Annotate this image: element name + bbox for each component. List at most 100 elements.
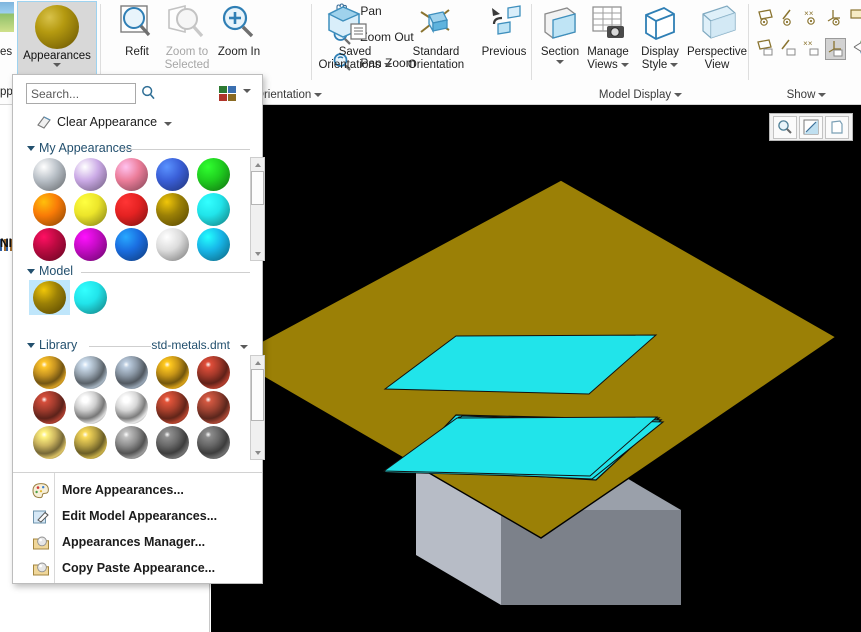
render-icon[interactable] — [825, 115, 849, 139]
appearance-swatch[interactable] — [29, 227, 70, 262]
edit-model-appearances-label: Edit Model Appearances... — [62, 509, 218, 523]
search-input[interactable] — [26, 83, 136, 104]
my-appearances-grid[interactable] — [29, 157, 234, 262]
display-style-button[interactable]: Display Style — [636, 2, 684, 72]
scroll-up-button[interactable] — [251, 356, 264, 369]
appearance-swatch[interactable] — [29, 355, 70, 390]
hide-points-icon[interactable]: ×× — [802, 38, 821, 60]
section-header-library[interactable]: Library — [27, 338, 77, 354]
show-axes-icon[interactable] — [779, 8, 798, 30]
chevron-down-icon[interactable] — [53, 63, 61, 67]
menu-item-appearances-manager[interactable]: Appearances Manager... — [14, 530, 263, 556]
chevron-down-icon[interactable] — [674, 92, 683, 97]
appearance-swatch[interactable] — [152, 192, 193, 227]
scroll-up-button[interactable] — [251, 158, 264, 171]
appearance-swatch[interactable] — [70, 157, 111, 192]
appearance-swatch[interactable] — [70, 425, 111, 460]
manage-views-button[interactable]: Manage Views — [583, 2, 633, 72]
menu-item-copy-paste-appearance[interactable]: Copy Paste Appearance... — [14, 556, 263, 582]
saved-orientations-button[interactable]: Saved Orientations — [317, 2, 393, 72]
appearance-swatch[interactable] — [111, 390, 152, 425]
appearance-swatch[interactable] — [70, 355, 111, 390]
perspective-view-button[interactable]: Perspective View — [687, 2, 747, 72]
menu-item-more-appearances[interactable]: More Appearances... — [14, 478, 263, 504]
section-header-model[interactable]: Model — [27, 264, 73, 280]
clear-appearance-button[interactable]: Clear Appearance — [13, 109, 262, 135]
appearance-swatch[interactable] — [70, 280, 111, 315]
appearance-swatch[interactable] — [111, 227, 152, 262]
library-scrollbar[interactable] — [250, 355, 265, 460]
appearance-swatch[interactable] — [70, 192, 111, 227]
collapse-triangle-icon[interactable] — [27, 146, 35, 152]
zoom-to-selected-button[interactable]: Zoom to Selected — [156, 2, 218, 72]
white-grey-sphere-icon — [156, 228, 189, 261]
appearance-swatch[interactable] — [111, 425, 152, 460]
zoom-in-button[interactable]: Zoom In — [215, 2, 263, 59]
appearance-swatch[interactable] — [152, 157, 193, 192]
section-button[interactable]: Section — [537, 2, 583, 64]
appearance-swatch[interactable] — [29, 390, 70, 425]
chevron-down-icon[interactable] — [670, 62, 679, 67]
collapse-triangle-icon[interactable] — [27, 343, 35, 349]
previous-view-button[interactable]: Previous — [478, 2, 530, 59]
appearance-swatch[interactable] — [111, 355, 152, 390]
appearance-swatch[interactable] — [152, 227, 193, 262]
appearance-swatch[interactable] — [193, 390, 234, 425]
manage-views-label: Manage Views — [587, 46, 629, 71]
appearance-swatch[interactable] — [29, 157, 70, 192]
appearance-swatch[interactable] — [152, 390, 193, 425]
search-magnifier-icon[interactable] — [141, 85, 157, 104]
appearance-swatch[interactable] — [193, 157, 234, 192]
appearance-swatch[interactable] — [193, 425, 234, 460]
show-points-icon[interactable]: ×× — [802, 8, 821, 30]
appearance-swatch[interactable] — [111, 157, 152, 192]
appearance-swatch[interactable] — [70, 390, 111, 425]
appearance-swatch[interactable] — [193, 355, 234, 390]
hide-planes-icon[interactable] — [756, 38, 775, 60]
hide-csys-icon[interactable] — [825, 38, 846, 60]
appearance-swatch[interactable] — [29, 192, 70, 227]
show-csys-icon[interactable] — [825, 8, 844, 30]
hide-axes-icon[interactable] — [779, 38, 798, 60]
my-appearances-scrollbar[interactable] — [250, 157, 265, 261]
appearance-swatch[interactable] — [111, 192, 152, 227]
3d-viewport[interactable] — [211, 105, 861, 632]
show-planes-icon[interactable] — [756, 8, 775, 30]
show-annotations-icon[interactable] — [848, 8, 861, 30]
scroll-down-button[interactable] — [251, 446, 264, 459]
chevron-down-icon[interactable] — [383, 62, 392, 67]
model-gold-sphere-icon — [33, 281, 66, 314]
zoom-magnifier-icon[interactable] — [773, 115, 797, 139]
3d-model[interactable] — [211, 105, 861, 632]
appearance-swatch[interactable] — [29, 425, 70, 460]
standard-orientation-button[interactable]: Standard Orientation — [399, 2, 473, 72]
appearances-button[interactable]: Appearances — [17, 1, 97, 75]
appearance-swatch[interactable] — [70, 227, 111, 262]
viewport-mini-toolbar[interactable] — [769, 113, 853, 141]
library-appearances-grid[interactable] — [29, 355, 234, 460]
appearance-swatch[interactable] — [193, 192, 234, 227]
scrollbar-thumb[interactable] — [251, 369, 264, 421]
appearance-swatch[interactable] — [152, 425, 193, 460]
appearances-dropdown-panel[interactable]: Clear Appearance My Appearances Model Li… — [12, 74, 265, 584]
model-appearances-grid[interactable] — [29, 280, 234, 315]
view-mode-icon[interactable] — [219, 86, 236, 101]
hide-annotations-icon[interactable] — [850, 38, 861, 60]
shading-style-icon[interactable] — [799, 115, 823, 139]
section-header-my-appearances[interactable]: My Appearances — [27, 141, 132, 157]
chevron-down-icon[interactable] — [243, 89, 251, 93]
menu-item-edit-model-appearances[interactable]: Edit Model Appearances... — [14, 504, 263, 530]
scrollbar-thumb[interactable] — [251, 171, 264, 205]
appearance-swatch[interactable] — [29, 280, 70, 315]
appearance-swatch[interactable] — [152, 355, 193, 390]
folder-sphere-icon — [32, 534, 50, 552]
scroll-down-button[interactable] — [251, 247, 264, 260]
chevron-down-icon[interactable] — [620, 62, 629, 67]
chevron-down-icon[interactable] — [240, 345, 248, 349]
chevron-down-icon[interactable] — [164, 122, 172, 126]
chevron-down-icon[interactable] — [818, 92, 827, 97]
chevron-down-icon[interactable] — [556, 60, 564, 64]
appearance-swatch[interactable] — [193, 227, 234, 262]
chevron-down-icon[interactable] — [314, 92, 323, 97]
collapse-triangle-icon[interactable] — [27, 269, 35, 275]
